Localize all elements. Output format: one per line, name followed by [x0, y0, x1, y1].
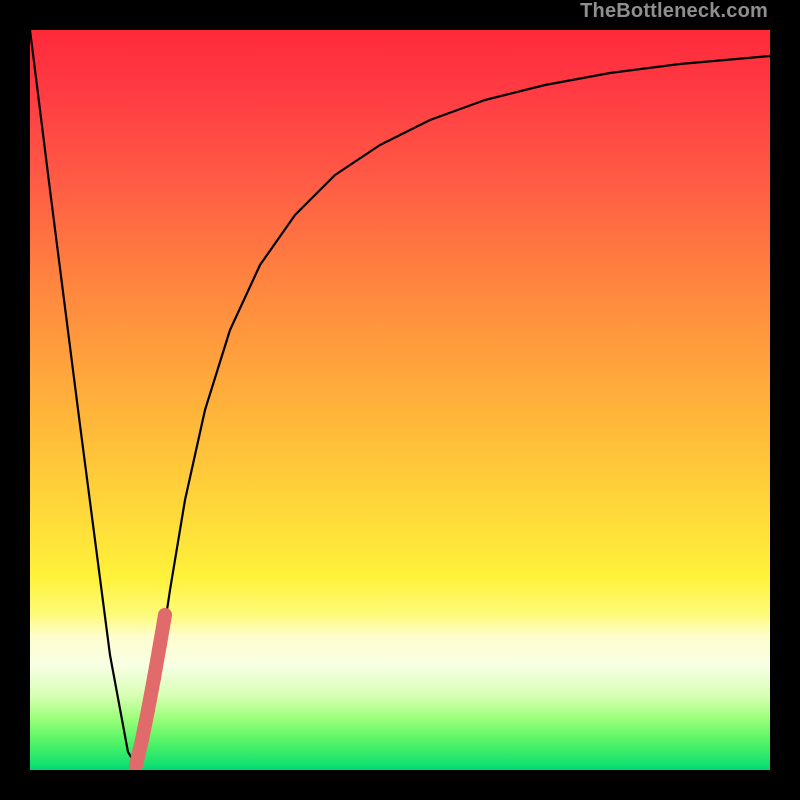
accent-dot — [147, 671, 161, 685]
bottleneck-curve — [30, 30, 770, 765]
plot-area — [30, 30, 770, 770]
accent-dot — [153, 637, 167, 651]
chart-svg — [30, 30, 770, 770]
accent-dot — [135, 733, 149, 747]
accent-marker-group — [129, 608, 172, 770]
accent-dot — [158, 608, 172, 622]
watermark-text: TheBottleneck.com — [580, 0, 768, 23]
chart-frame: TheBottleneck.com — [0, 0, 800, 800]
accent-dot — [141, 703, 155, 717]
